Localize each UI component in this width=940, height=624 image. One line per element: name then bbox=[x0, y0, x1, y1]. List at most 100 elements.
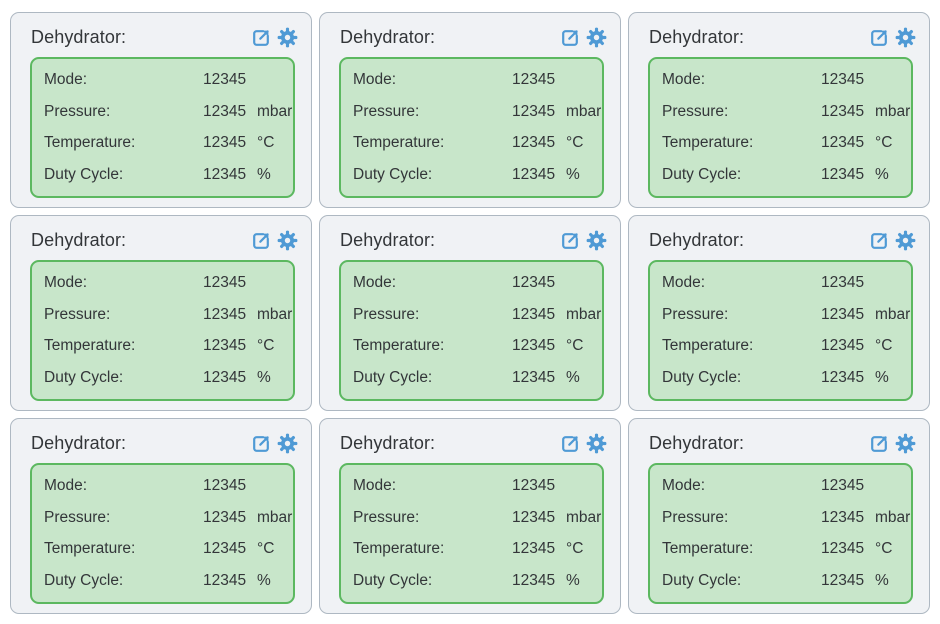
reading-value: 12345 bbox=[821, 134, 875, 152]
dehydrator-card: Dehydrator: bbox=[319, 215, 621, 411]
reading-label: Mode: bbox=[662, 477, 821, 495]
reading-unit: % bbox=[566, 369, 590, 387]
open-in-new-icon[interactable] bbox=[868, 433, 889, 454]
reading-value: 12345 bbox=[821, 306, 875, 324]
reading-unit: % bbox=[257, 166, 281, 184]
reading-row: Mode: 12345 bbox=[662, 470, 899, 502]
gear-icon[interactable] bbox=[586, 230, 607, 251]
reading-value: 12345 bbox=[512, 337, 566, 355]
reading-row: Pressure: 12345 mbar bbox=[353, 96, 590, 128]
reading-row: Pressure: 12345 mbar bbox=[44, 299, 281, 331]
readings-panel: Mode: 12345 Pressure: 12345 mbar Tempera… bbox=[339, 57, 604, 198]
open-in-new-icon[interactable] bbox=[250, 27, 271, 48]
reading-value: 12345 bbox=[512, 306, 566, 324]
readings-panel: Mode: 12345 Pressure: 12345 mbar Tempera… bbox=[339, 260, 604, 401]
open-in-new-icon[interactable] bbox=[559, 230, 580, 251]
reading-label: Mode: bbox=[44, 274, 203, 292]
card-title: Dehydrator: bbox=[649, 27, 744, 48]
reading-label: Duty Cycle: bbox=[662, 369, 821, 387]
reading-row: Duty Cycle: 12345 % bbox=[44, 565, 281, 597]
reading-label: Temperature: bbox=[662, 337, 821, 355]
reading-row: Pressure: 12345 mbar bbox=[353, 502, 590, 534]
gear-icon[interactable] bbox=[586, 433, 607, 454]
card-actions bbox=[868, 433, 916, 454]
open-in-new-icon[interactable] bbox=[250, 230, 271, 251]
gear-icon[interactable] bbox=[277, 27, 298, 48]
card-header: Dehydrator: bbox=[23, 19, 299, 54]
reading-unit: % bbox=[566, 166, 590, 184]
reading-value: 12345 bbox=[203, 477, 257, 495]
reading-value: 12345 bbox=[512, 274, 566, 292]
reading-label: Temperature: bbox=[662, 134, 821, 152]
card-header: Dehydrator: bbox=[332, 425, 608, 460]
card-header: Dehydrator: bbox=[641, 222, 917, 257]
reading-label: Pressure: bbox=[44, 306, 203, 324]
card-actions bbox=[250, 230, 298, 251]
reading-value: 12345 bbox=[512, 509, 566, 527]
gear-icon[interactable] bbox=[895, 230, 916, 251]
reading-value: 12345 bbox=[203, 103, 257, 121]
gear-icon[interactable] bbox=[586, 27, 607, 48]
reading-unit: °C bbox=[566, 337, 590, 355]
reading-unit: mbar bbox=[257, 509, 292, 527]
reading-label: Mode: bbox=[662, 274, 821, 292]
dehydrator-card: Dehydrator: bbox=[628, 418, 930, 614]
card-title: Dehydrator: bbox=[340, 230, 435, 251]
reading-unit: mbar bbox=[566, 306, 601, 324]
readings-panel: Mode: 12345 Pressure: 12345 mbar Tempera… bbox=[30, 260, 295, 401]
reading-label: Duty Cycle: bbox=[44, 166, 203, 184]
reading-unit: °C bbox=[257, 134, 281, 152]
reading-label: Duty Cycle: bbox=[44, 572, 203, 590]
reading-unit: °C bbox=[875, 337, 899, 355]
reading-label: Pressure: bbox=[353, 509, 512, 527]
reading-row: Temperature: 12345 °C bbox=[353, 128, 590, 160]
gear-icon[interactable] bbox=[895, 27, 916, 48]
readings-panel: Mode: 12345 Pressure: 12345 mbar Tempera… bbox=[30, 463, 295, 604]
card-header: Dehydrator: bbox=[332, 19, 608, 54]
reading-unit: mbar bbox=[875, 103, 910, 121]
reading-value: 12345 bbox=[821, 477, 875, 495]
reading-label: Pressure: bbox=[662, 306, 821, 324]
card-title: Dehydrator: bbox=[31, 27, 126, 48]
reading-value: 12345 bbox=[203, 369, 257, 387]
reading-label: Temperature: bbox=[44, 337, 203, 355]
card-title: Dehydrator: bbox=[340, 433, 435, 454]
dehydrator-card: Dehydrator: bbox=[628, 215, 930, 411]
reading-value: 12345 bbox=[821, 71, 875, 89]
reading-value: 12345 bbox=[203, 134, 257, 152]
open-in-new-icon[interactable] bbox=[559, 27, 580, 48]
reading-label: Pressure: bbox=[353, 306, 512, 324]
reading-row: Duty Cycle: 12345 % bbox=[662, 362, 899, 394]
reading-value: 12345 bbox=[821, 369, 875, 387]
reading-label: Mode: bbox=[353, 71, 512, 89]
reading-value: 12345 bbox=[821, 337, 875, 355]
gear-icon[interactable] bbox=[277, 230, 298, 251]
card-title: Dehydrator: bbox=[649, 433, 744, 454]
reading-value: 12345 bbox=[512, 540, 566, 558]
card-actions bbox=[559, 433, 607, 454]
reading-value: 12345 bbox=[512, 103, 566, 121]
reading-row: Mode: 12345 bbox=[44, 470, 281, 502]
card-header: Dehydrator: bbox=[23, 222, 299, 257]
open-in-new-icon[interactable] bbox=[868, 230, 889, 251]
reading-value: 12345 bbox=[821, 509, 875, 527]
open-in-new-icon[interactable] bbox=[250, 433, 271, 454]
reading-unit: °C bbox=[257, 337, 281, 355]
reading-unit: °C bbox=[257, 540, 281, 558]
gear-icon[interactable] bbox=[277, 433, 298, 454]
reading-label: Pressure: bbox=[353, 103, 512, 121]
card-title: Dehydrator: bbox=[649, 230, 744, 251]
reading-label: Duty Cycle: bbox=[353, 369, 512, 387]
reading-label: Mode: bbox=[353, 274, 512, 292]
reading-value: 12345 bbox=[821, 166, 875, 184]
reading-value: 12345 bbox=[203, 572, 257, 590]
dehydrator-card: Dehydrator: bbox=[319, 12, 621, 208]
readings-panel: Mode: 12345 Pressure: 12345 mbar Tempera… bbox=[648, 463, 913, 604]
gear-icon[interactable] bbox=[895, 433, 916, 454]
reading-row: Mode: 12345 bbox=[44, 64, 281, 96]
reading-unit: mbar bbox=[257, 306, 292, 324]
open-in-new-icon[interactable] bbox=[868, 27, 889, 48]
reading-row: Mode: 12345 bbox=[662, 64, 899, 96]
reading-value: 12345 bbox=[203, 337, 257, 355]
open-in-new-icon[interactable] bbox=[559, 433, 580, 454]
